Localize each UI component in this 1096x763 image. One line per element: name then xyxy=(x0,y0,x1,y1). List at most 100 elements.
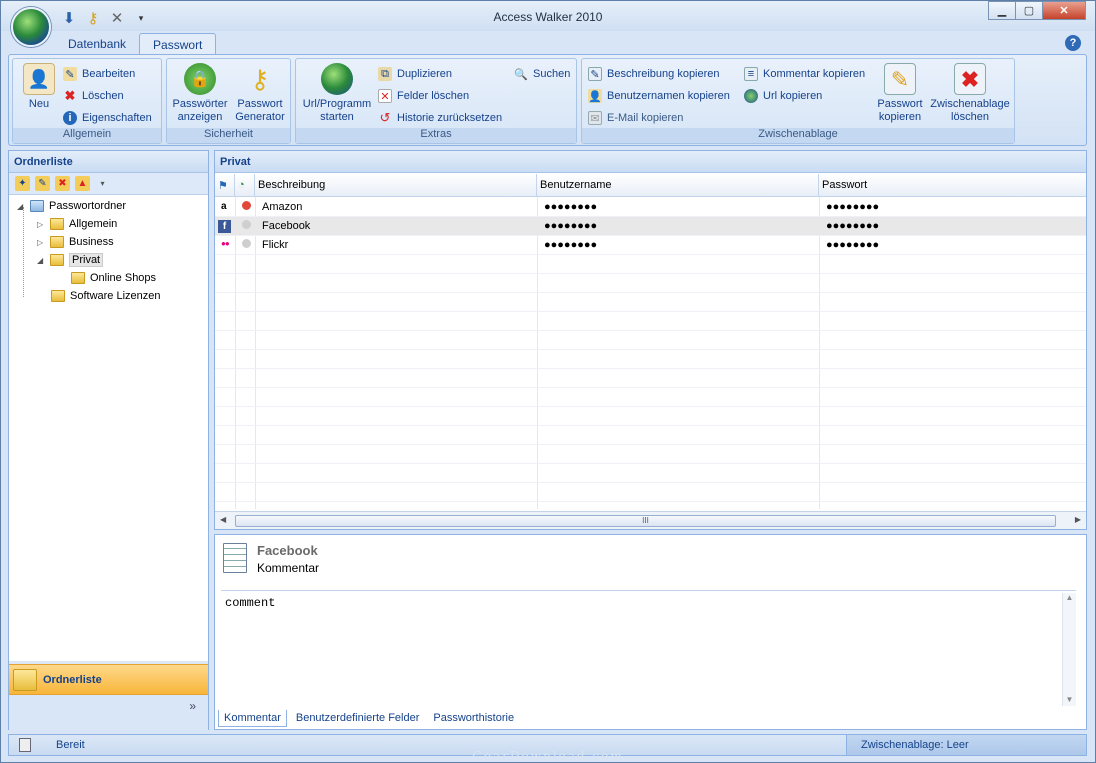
delete-button[interactable]: ✖ Löschen xyxy=(63,87,124,105)
tree-node-label: Online Shops xyxy=(90,272,157,284)
comment-text[interactable]: comment xyxy=(221,590,1076,706)
properties-button[interactable]: i Eigenschaften xyxy=(63,109,152,127)
entries-panel: Privat ⚑ ◔ Beschreibung Benutzername Pas… xyxy=(214,150,1087,540)
copy-email-button[interactable]: ✉ E-Mail kopieren xyxy=(588,109,683,127)
copy-url-button[interactable]: Url kopieren xyxy=(744,87,822,105)
tree-node-allgemein[interactable]: ▷ Allgemein xyxy=(37,215,117,233)
horizontal-scrollbar[interactable]: ◀ III ▶ xyxy=(215,511,1086,529)
launch-url-button[interactable]: Url/Programm starten xyxy=(300,63,374,124)
flag-column-header[interactable]: ⚑ xyxy=(215,174,235,197)
arrow-down-icon[interactable]: ⬇ xyxy=(59,8,79,28)
group-label-extras: Extras xyxy=(296,128,576,143)
edit-user-icon: ✎ xyxy=(63,67,77,81)
site-icon: f xyxy=(218,220,231,233)
cell-passwort: ●●●●●●●● xyxy=(826,239,880,251)
show-passwords-button[interactable]: 🔒 Passwörter anzeigen xyxy=(170,63,230,124)
reset-history-button[interactable]: ↺ Historie zurücksetzen xyxy=(378,109,503,127)
tab-passwort[interactable]: Passwort xyxy=(139,33,217,55)
tree-node-business[interactable]: ▷ Business xyxy=(37,233,114,251)
copy-description-label: Beschreibung kopieren xyxy=(607,68,720,80)
chevron-right-icon[interactable]: » xyxy=(189,699,196,713)
clear-fields-button[interactable]: ✕ Felder löschen xyxy=(378,87,469,105)
copy-comment-button[interactable]: ≡ Kommentar kopieren xyxy=(744,65,865,83)
search-icon: 🔍 xyxy=(514,68,528,81)
table-row[interactable]: a Amazon ●●●●●●●● ●●●●●●●● xyxy=(215,198,1086,217)
globe-small-icon xyxy=(744,89,758,103)
comment-scrollbar[interactable]: ▲ ▼ xyxy=(1062,593,1076,706)
lock-icon: 🔒 xyxy=(184,63,216,95)
column-header-passwort[interactable]: Passwort xyxy=(819,174,1087,197)
folder-list-icon xyxy=(13,668,37,691)
dropdown-icon[interactable]: ▾ xyxy=(95,176,110,191)
show-passwords-label-2: anzeigen xyxy=(177,111,223,123)
copy-description-button[interactable]: ✎ Beschreibung kopieren xyxy=(588,65,720,83)
expand-icon[interactable]: ▷ xyxy=(37,238,45,247)
scroll-down-icon[interactable]: ▼ xyxy=(1063,695,1076,704)
folder-list-nav-label: Ordnerliste xyxy=(43,673,102,686)
site-icon: a xyxy=(221,201,227,212)
folder-icon xyxy=(50,236,64,248)
folder-tree: ◢ Passwortordner ▷ Allgemein ▷ Business … xyxy=(9,195,208,645)
folder-toolbar: ✦ ✎ ✖ ▲ ▾ xyxy=(9,173,208,195)
customize-qat-icon[interactable]: ▾ xyxy=(131,8,151,28)
copy-email-label: E-Mail kopieren xyxy=(607,112,684,124)
column-header-beschreibung[interactable]: Beschreibung xyxy=(255,174,537,197)
scroll-right-icon[interactable]: ▶ xyxy=(1075,515,1081,524)
folder-panel: Ordnerliste ✦ ✎ ✖ ▲ ▾ ◢ Passwortordner ▷… xyxy=(8,150,209,730)
clear-clipboard-icon: ✖ xyxy=(954,63,986,95)
edit-button[interactable]: ✎ Bearbeiten xyxy=(63,65,135,83)
table-row[interactable]: f Facebook ●●●●●●●● ●●●●●●●● xyxy=(215,217,1086,236)
tools-icon[interactable]: ✕ xyxy=(107,8,127,28)
cell-beschreibung: Facebook xyxy=(262,220,311,232)
tree-node-privat[interactable]: ◢ Privat xyxy=(37,251,104,269)
column-header-benutzername[interactable]: Benutzername xyxy=(537,174,819,197)
tab-benutzerdefinierte-felder[interactable]: Benutzerdefinierte Felder xyxy=(291,710,425,727)
folder-list-nav-button[interactable]: Ordnerliste xyxy=(9,664,208,695)
clipboard-status: Zwischenablage: Leer xyxy=(846,735,1086,755)
folder-properties-icon[interactable]: ▲ xyxy=(75,176,90,191)
scroll-left-icon[interactable]: ◀ xyxy=(220,515,226,524)
maximize-button[interactable]: ▢ xyxy=(1015,1,1043,20)
group-label-allgemein: Allgemein xyxy=(13,128,161,143)
table-row[interactable]: ●● Flickr ●●●●●●●● ●●●●●●●● xyxy=(215,236,1086,255)
folder-icon xyxy=(51,290,65,302)
group-label-sicherheit: Sicherheit xyxy=(167,128,290,143)
tab-kommentar[interactable]: Kommentar xyxy=(218,710,287,727)
cell-benutzername: ●●●●●●●● xyxy=(544,220,598,232)
tree-node-label: Software Lizenzen xyxy=(70,290,161,302)
status-column-header[interactable]: ◔ xyxy=(235,174,255,197)
copy-username-button[interactable]: 👤 Benutzernamen kopieren xyxy=(588,87,730,105)
close-button[interactable]: ✕ xyxy=(1042,1,1086,20)
tree-node-online-shops[interactable]: Online Shops xyxy=(71,269,156,287)
new-button[interactable]: 👤 Neu xyxy=(17,63,61,111)
duplicate-button[interactable]: ⧉ Duplizieren xyxy=(378,65,452,83)
clear-clipboard-button[interactable]: ✖ Zwischenablage löschen xyxy=(928,63,1012,124)
scroll-thumb[interactable]: III xyxy=(235,515,1056,527)
tab-passworthistorie[interactable]: Passworthistorie xyxy=(428,710,519,727)
tree-node-software[interactable]: Software Lizenzen xyxy=(51,287,161,305)
clear-clipboard-label-2: löschen xyxy=(951,111,989,123)
new-folder-icon[interactable]: ✦ xyxy=(15,176,30,191)
collapse-icon[interactable]: ◢ xyxy=(17,202,25,211)
minimize-button[interactable]: ▁ xyxy=(988,1,1016,20)
cell-benutzername: ●●●●●●●● xyxy=(544,201,598,213)
tab-datenbank[interactable]: Datenbank xyxy=(55,33,139,55)
copy-password-button[interactable]: ✎ Passwort kopieren xyxy=(872,63,928,124)
help-icon[interactable]: ? xyxy=(1065,35,1081,51)
collapse-icon[interactable]: ◢ xyxy=(37,256,45,265)
edit-folder-icon[interactable]: ✎ xyxy=(35,176,50,191)
tree-node-root[interactable]: ◢ Passwortordner xyxy=(17,197,126,215)
application-orb-button[interactable] xyxy=(11,7,51,47)
password-generator-button[interactable]: ⚷ Passwort Generator xyxy=(232,63,288,124)
scroll-up-icon[interactable]: ▲ xyxy=(1063,593,1076,602)
delete-folder-icon[interactable]: ✖ xyxy=(55,176,70,191)
group-sicherheit: 🔒 Passwörter anzeigen ⚷ Passwort Generat… xyxy=(166,58,291,144)
copy-password-icon: ✎ xyxy=(884,63,916,95)
key-icon[interactable]: ⚷ xyxy=(83,8,103,28)
search-button[interactable]: 🔍 Suchen xyxy=(514,65,570,83)
folder-icon xyxy=(71,272,85,284)
copy-description-icon: ✎ xyxy=(588,67,602,81)
expand-icon[interactable]: ▷ xyxy=(37,220,45,229)
status-dot-icon xyxy=(242,201,251,210)
duplicate-label: Duplizieren xyxy=(397,68,453,80)
